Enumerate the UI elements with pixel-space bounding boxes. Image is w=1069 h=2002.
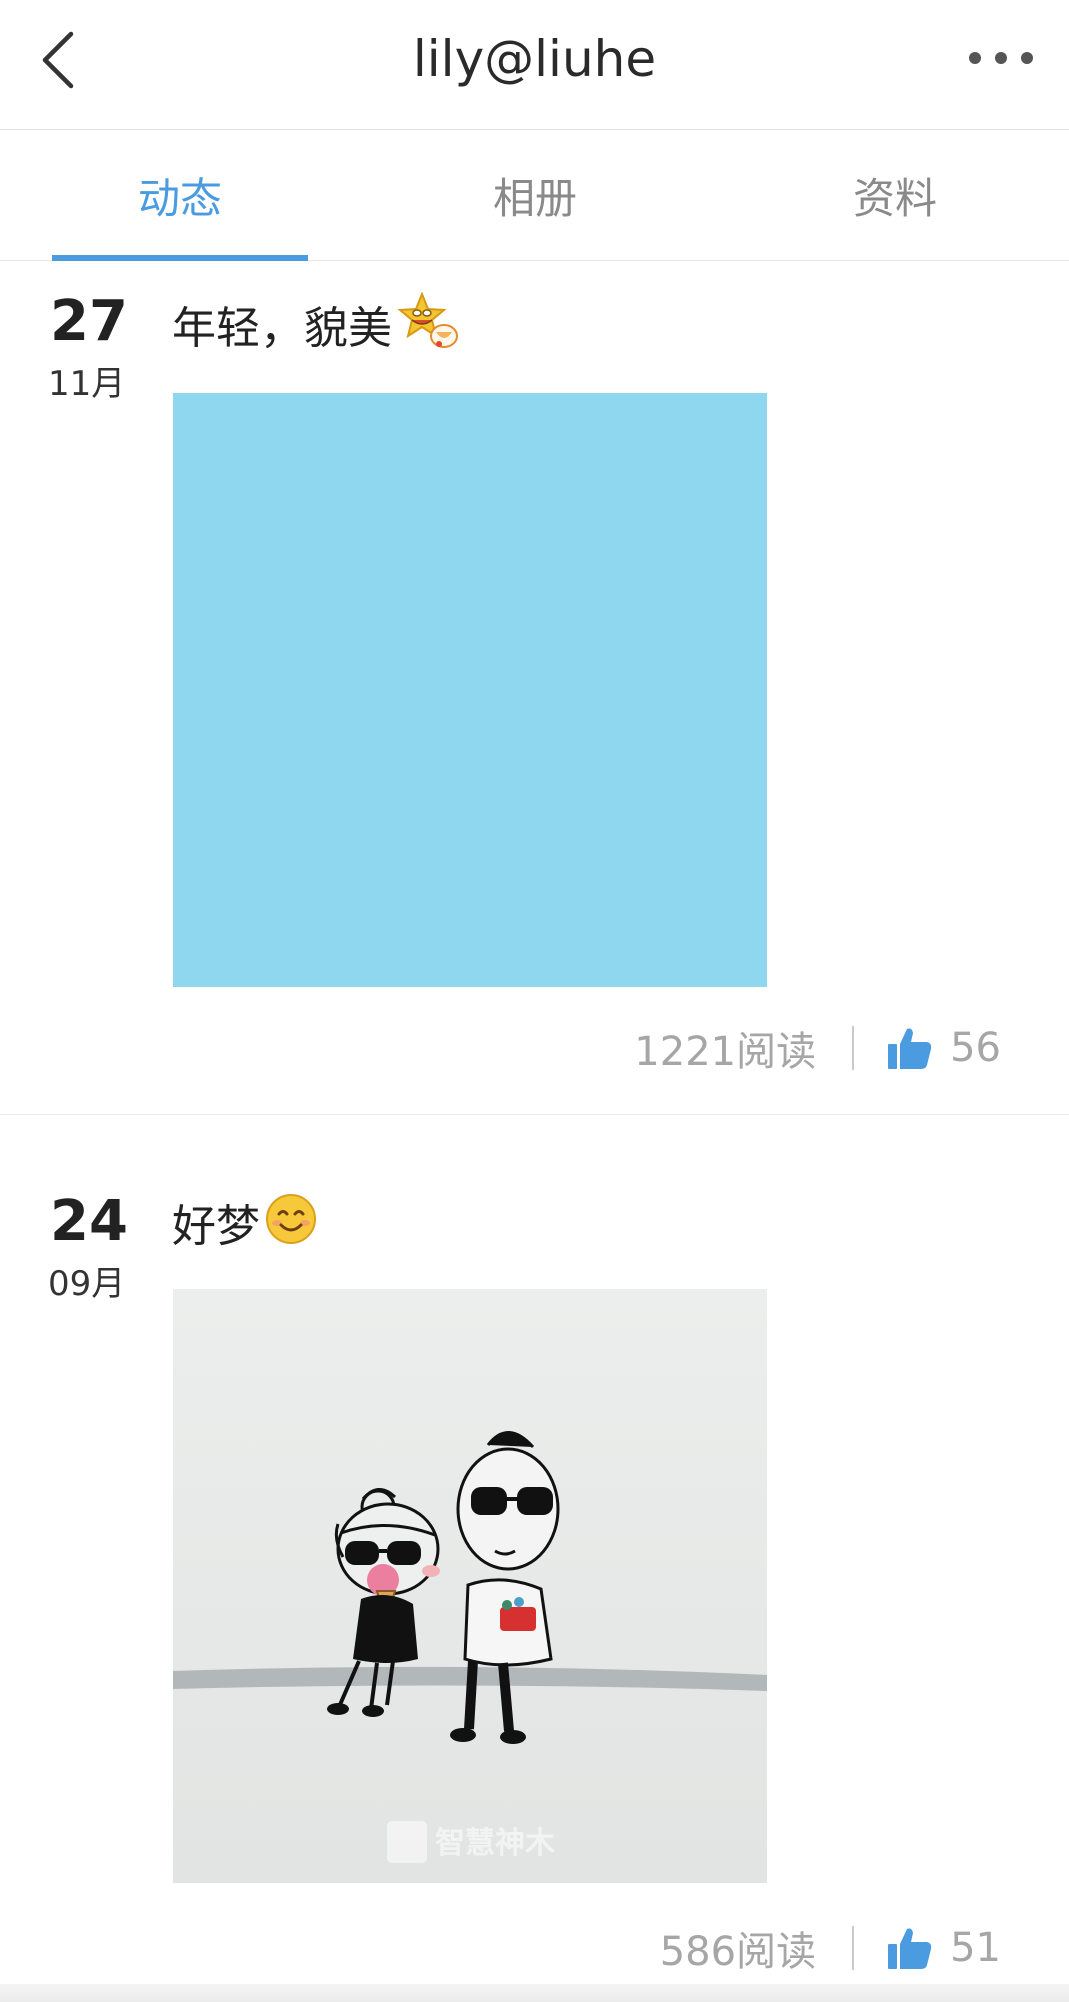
tab-profile[interactable]: 资料 [715,130,1069,260]
like-count: 51 [950,1925,1001,1971]
read-count: 586阅读 [659,1929,817,1975]
post-item[interactable]: 24 09月 好梦 智慧神木 586阅读 51 [0,1162,1069,2002]
stats-divider [852,1026,855,1070]
post-image[interactable]: 智慧神木 [173,1289,767,1883]
post-stats: 1221阅读 56 [634,1018,1001,1078]
active-tab-indicator [52,255,308,261]
like-button[interactable] [888,1027,932,1069]
thumbs-up-icon [888,1028,932,1069]
post-month: 11月 [48,364,126,404]
watermark-logo: 智慧神木 [387,1821,555,1863]
bottom-edge [0,1984,1069,2002]
like-count: 56 [950,1025,1001,1071]
drooling-star-emoji-icon [396,291,458,366]
tab-album[interactable]: 相册 [355,130,715,260]
tab-moments[interactable]: 动态 [0,130,360,260]
post-text-content: 年轻，貌美 [172,303,392,354]
tab-bar: 动态 相册 资料 [0,130,1069,261]
more-dots-icon [969,52,1033,64]
post-month: 09月 [48,1264,126,1304]
post-text: 好梦 [172,1192,318,1262]
svg-text:智慧神木: 智慧神木 [435,1826,555,1861]
post-stats: 586阅读 51 [660,1918,1001,1978]
stats-divider [852,1926,855,1970]
cartoon-couple-illustration: 智慧神木 [173,1289,767,1883]
post-day: 27 [50,289,128,354]
read-count: 1221阅读 [634,1029,817,1075]
post-item[interactable]: 27 11月 年轻，貌美 1221阅读 56 [0,262,1069,1115]
more-options-button[interactable] [961,28,1041,88]
post-text-content: 好梦 [172,1201,260,1252]
post-image[interactable] [173,393,767,987]
smiling-face-emoji-icon [264,1192,318,1262]
top-bar: lily@liuhe [0,0,1069,130]
like-button[interactable] [888,1927,932,1969]
page-title: lily@liuhe [412,30,657,88]
post-text: 年轻，貌美 [172,291,458,366]
post-day: 24 [50,1189,128,1254]
thumbs-up-icon [888,1928,932,1969]
